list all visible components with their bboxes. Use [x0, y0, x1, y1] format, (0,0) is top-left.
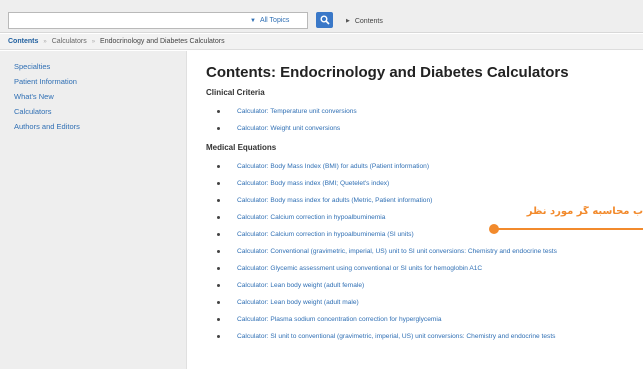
- calculator-link[interactable]: Calculator: Plasma sodium concentration …: [237, 316, 442, 323]
- bullet-icon: [217, 182, 220, 185]
- calculator-link[interactable]: Calculator: SI unit to conventional (gra…: [237, 333, 555, 340]
- annotation-label: ب محاسبه گر مورد نظر: [526, 206, 643, 217]
- breadcrumb-calculators[interactable]: Calculators: [52, 38, 87, 45]
- bullet-icon: [217, 318, 220, 321]
- section-heading-medical-equations: Medical Equations: [206, 143, 277, 152]
- annotation-line: [496, 228, 643, 230]
- medical-equations-list: Calculator: Body Mass Index (BMI) for ad…: [206, 158, 643, 345]
- calculator-link[interactable]: Calculator: Temperature unit conversions: [237, 108, 357, 115]
- calculator-link[interactable]: Calculator: Lean body weight (adult fema…: [237, 282, 364, 289]
- bullet-icon: [217, 127, 220, 130]
- calculator-link[interactable]: Calculator: Weight unit conversions: [237, 125, 340, 132]
- contents-link-label: Contents: [354, 17, 383, 25]
- page-title: Contents: Endocrinology and Diabetes Cal…: [206, 64, 569, 81]
- calculator-link[interactable]: Calculator: Calcium correction in hypoal…: [237, 231, 414, 238]
- sidebar: Specialties Patient Information What's N…: [0, 51, 187, 369]
- list-item[interactable]: Calculator: Glycemic assessment using co…: [206, 260, 643, 277]
- bullet-icon: [217, 267, 220, 270]
- list-item[interactable]: Calculator: Lean body weight (adult fema…: [206, 277, 643, 294]
- annotation-dot: [489, 224, 499, 234]
- search-icon: [320, 15, 330, 25]
- calculator-link[interactable]: Calculator: Conventional (gravimetric, i…: [237, 248, 557, 255]
- bullet-icon: [217, 335, 220, 338]
- sidebar-item-patient-information[interactable]: Patient Information: [14, 74, 186, 89]
- calculator-link[interactable]: Calculator: Body mass index for adults (…: [237, 197, 432, 204]
- calculator-link[interactable]: Calculator: Calcium correction in hypoal…: [237, 214, 385, 221]
- list-item[interactable]: Calculator: Body Mass Index (BMI) for ad…: [206, 158, 643, 175]
- calculator-link[interactable]: Calculator: Body mass index (BMI; Quetel…: [237, 180, 389, 187]
- breadcrumb-current: Endocrinology and Diabetes Calculators: [100, 38, 225, 45]
- bullet-icon: [217, 165, 220, 168]
- contents-link[interactable]: ▶ Contents: [346, 14, 383, 28]
- sidebar-item-authors-and-editors[interactable]: Authors and Editors: [14, 119, 186, 134]
- chevron-down-icon: ▼: [250, 17, 256, 24]
- sidebar-item-calculators[interactable]: Calculators: [14, 104, 186, 119]
- calculator-link[interactable]: Calculator: Lean body weight (adult male…: [237, 299, 359, 306]
- bullet-icon: [217, 199, 220, 202]
- sidebar-item-whats-new[interactable]: What's New: [14, 89, 186, 104]
- breadcrumb-separator-icon: »: [91, 38, 96, 45]
- calculator-link[interactable]: Calculator: Body Mass Index (BMI) for ad…: [237, 163, 429, 170]
- clinical-criteria-list: Calculator: Temperature unit conversions…: [206, 103, 643, 137]
- list-item[interactable]: Calculator: Weight unit conversions: [206, 120, 643, 137]
- breadcrumb-separator-icon: »: [43, 38, 47, 45]
- caret-right-icon: ▶: [346, 18, 350, 24]
- list-item[interactable]: Calculator: Lean body weight (adult male…: [206, 294, 643, 311]
- list-item[interactable]: Calculator: Conventional (gravimetric, i…: [206, 243, 643, 260]
- sidebar-item-specialties[interactable]: Specialties: [14, 59, 186, 74]
- bullet-icon: [217, 284, 220, 287]
- bullet-icon: [217, 110, 220, 113]
- breadcrumb-contents[interactable]: Contents: [8, 38, 38, 45]
- list-item[interactable]: Calculator: Body mass index (BMI; Quetel…: [206, 175, 643, 192]
- bullet-icon: [217, 233, 220, 236]
- list-item[interactable]: Calculator: SI unit to conventional (gra…: [206, 328, 643, 345]
- list-item[interactable]: Calculator: Temperature unit conversions: [206, 103, 643, 120]
- main-content: Contents: Endocrinology and Diabetes Cal…: [206, 64, 643, 345]
- calculator-link[interactable]: Calculator: Glycemic assessment using co…: [237, 265, 482, 272]
- section-heading-clinical-criteria: Clinical Criteria: [206, 88, 265, 97]
- bullet-icon: [217, 216, 220, 219]
- search-button[interactable]: [316, 12, 333, 28]
- bullet-icon: [217, 301, 220, 304]
- breadcrumb: Contents » Calculators » Endocrinology a…: [0, 34, 643, 50]
- top-search-bar: ▼ All Topics ▶ Contents: [0, 0, 643, 33]
- topics-dropdown-label: All Topics: [259, 17, 290, 24]
- bullet-icon: [217, 250, 220, 253]
- list-item[interactable]: Calculator: Plasma sodium concentration …: [206, 311, 643, 328]
- topics-dropdown[interactable]: ▼ All Topics: [250, 13, 289, 28]
